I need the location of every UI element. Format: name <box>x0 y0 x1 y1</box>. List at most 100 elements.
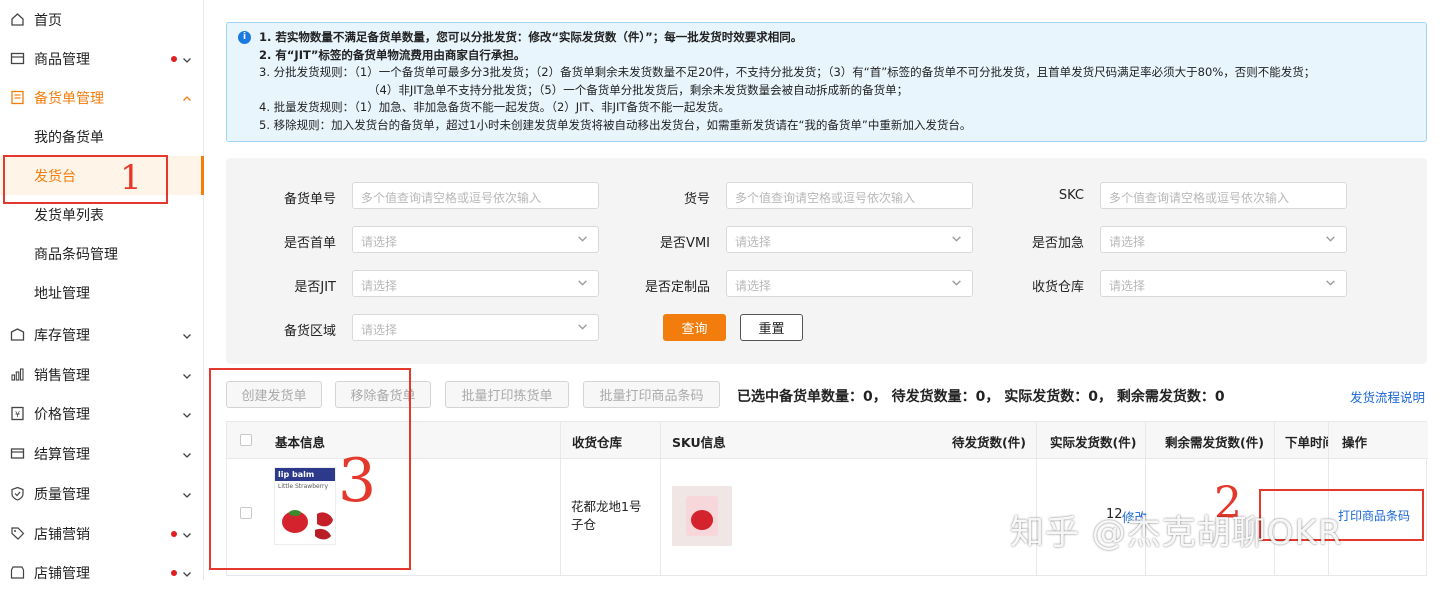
notice-line-5: 5. 移除规则：加入发货台的备货单，超过1小时未创建发货单发货将被自动移出发货台… <box>259 118 972 132</box>
notification-dot <box>171 570 177 576</box>
notification-dot <box>171 56 177 62</box>
warehouse-select[interactable]: 请选择 <box>1100 270 1347 297</box>
notice-line-4: 4. 批量发货规则：（1）加急、非加急备货不能一起发货。（2）JIT、非JIT备… <box>259 100 730 115</box>
sidebar-item-label: 价格管理 <box>34 406 90 423</box>
select-placeholder: 请选择 <box>1109 279 1146 293</box>
col-order-time: 下单时间 <box>1285 435 1329 450</box>
order-no-input[interactable]: 多个值查询请空格或逗号依次输入 <box>352 182 599 209</box>
chevron-down-icon <box>182 567 192 583</box>
skc-input[interactable]: 多个值查询请空格或逗号依次输入 <box>1100 182 1347 209</box>
query-button[interactable]: 查询 <box>663 314 726 341</box>
sku-thumbnail[interactable] <box>672 486 732 546</box>
chevron-down-icon <box>577 233 588 247</box>
skc-label: SKC <box>1058 188 1084 203</box>
sidebar-item-price[interactable]: ¥ 价格管理 <box>0 394 204 433</box>
select-placeholder: 请选择 <box>361 235 398 249</box>
notice-line-1: 1. 若实物数量不满足备货单数量，您可以分批发货：修改“实际发货数（件）”；每一… <box>259 30 803 44</box>
urgent-select[interactable]: 请选择 <box>1100 226 1347 253</box>
chevron-down-icon <box>1325 233 1336 247</box>
select-placeholder: 请选择 <box>361 279 398 293</box>
sidebar-item-stock-orders[interactable]: 备货单管理 <box>0 78 204 117</box>
first-order-select[interactable]: 请选择 <box>352 226 599 253</box>
chevron-up-icon <box>182 92 192 108</box>
sidebar-item-label: 地址管理 <box>34 285 90 302</box>
sidebar-item-store[interactable]: 店铺管理 <box>0 553 204 592</box>
notice-banner: i 1. 若实物数量不满足备货单数量，您可以分批发货：修改“实际发货数（件）”；… <box>226 22 1427 142</box>
item-no-input[interactable]: 多个值查询请空格或逗号依次输入 <box>726 182 973 209</box>
shipping-flow-link[interactable]: 发货流程说明 <box>1350 387 1425 406</box>
area-label: 备货区域 <box>283 324 336 339</box>
jit-select[interactable]: 请选择 <box>352 270 599 297</box>
vmi-select[interactable]: 请选择 <box>726 226 973 253</box>
sidebar-item-barcode[interactable]: 商品条码管理 <box>0 234 204 273</box>
sidebar-item-label: 我的备货单 <box>34 129 104 146</box>
chevron-down-icon <box>1325 277 1336 291</box>
sidebar-item-my-orders[interactable]: 我的备货单 <box>0 117 204 156</box>
select-placeholder: 请选择 <box>735 279 772 293</box>
print-barcode-link[interactable]: 打印商品条码 <box>1338 507 1410 524</box>
sidebar-item-marketing[interactable]: 店铺营销 <box>0 514 204 553</box>
chevron-down-icon <box>182 329 192 345</box>
select-placeholder: 请选择 <box>735 235 772 249</box>
col-remaining: 剩余需发货数(件) <box>1165 435 1264 450</box>
sidebar-item-label: 商品条码管理 <box>34 246 118 263</box>
sidebar-item-label: 结算管理 <box>34 446 90 463</box>
sidebar-item-label: 质量管理 <box>34 486 90 503</box>
chevron-down-icon <box>182 448 192 464</box>
warehouse-label: 收货仓库 <box>1031 280 1084 295</box>
wallet-icon <box>10 446 25 461</box>
tag-icon <box>10 526 25 541</box>
chevron-down-icon <box>182 369 192 385</box>
select-placeholder: 请选择 <box>361 323 398 337</box>
jit-label: 是否JIT <box>294 280 336 295</box>
store-icon <box>10 565 25 580</box>
sidebar-item-products[interactable]: 商品管理 <box>0 39 204 78</box>
notice-line-3b: （4）非JIT急单不支持分批发货；（5）一个备货单分批发货后，剩余未发货数量会被… <box>368 82 909 97</box>
notice-line-2: 2. 有“JIT”标签的备货单物流费用由商家自行承担。 <box>259 47 526 62</box>
annotation-box-3 <box>209 368 411 570</box>
info-icon: i <box>238 31 251 44</box>
annotation-number-1: 1 <box>120 158 142 198</box>
col-pending: 待发货数(件) <box>952 435 1026 450</box>
sidebar-item-label: 商品管理 <box>34 51 90 68</box>
column-divider <box>660 422 661 575</box>
order-no-label: 备货单号 <box>283 192 336 207</box>
home-icon <box>10 12 25 27</box>
sidebar-item-inventory[interactable]: 库存管理 <box>0 315 204 354</box>
select-placeholder: 请选择 <box>1109 235 1146 249</box>
vmi-label: 是否VMI <box>660 236 710 251</box>
selection-summary: 已选中备货单数量：0， 待发货数量：0， 实际发货数：0， 剩余需发货数：0 <box>737 389 1225 405</box>
sidebar: 首页 商品管理 备货单管理 我的备货单 发货台 发货单列表 商品条码管理 地址管… <box>0 0 204 582</box>
custom-label: 是否定制品 <box>644 280 710 295</box>
custom-select[interactable]: 请选择 <box>726 270 973 297</box>
batch-print-pick-button[interactable]: 批量打印拣货单 <box>445 381 569 408</box>
notice-line-3: 3. 分批发货规则：（1）一个备货单可最多分3批发货；（2）备货单剩余未发货数量… <box>259 65 1316 80</box>
chevron-down-icon <box>577 277 588 291</box>
svg-text:¥: ¥ <box>15 410 20 419</box>
sidebar-item-quality[interactable]: 质量管理 <box>0 474 204 513</box>
sku-image <box>686 496 718 536</box>
sidebar-item-label: 库存管理 <box>34 327 90 344</box>
sidebar-item-sales[interactable]: 销售管理 <box>0 355 204 394</box>
notification-dot <box>171 531 177 537</box>
inventory-icon <box>10 327 25 342</box>
reset-button[interactable]: 重置 <box>740 314 803 341</box>
area-select[interactable]: 请选择 <box>352 314 599 341</box>
zhihu-watermark: 知乎 @杰克胡聊OKR <box>1010 513 1343 553</box>
chevron-down-icon <box>951 233 962 247</box>
sidebar-item-home[interactable]: 首页 <box>0 0 204 39</box>
chevron-down-icon <box>182 53 192 69</box>
item-no-label: 货号 <box>683 192 710 207</box>
sidebar-item-settlement[interactable]: 结算管理 <box>0 434 204 473</box>
sidebar-item-address[interactable]: 地址管理 <box>0 273 204 312</box>
order-icon <box>10 90 25 105</box>
main-content: i 1. 若实物数量不满足备货单数量，您可以分批发货：修改“实际发货数（件）”；… <box>204 0 1440 580</box>
sidebar-item-label: 首页 <box>34 12 62 29</box>
shield-icon <box>10 486 25 501</box>
chevron-down-icon <box>182 488 192 504</box>
sidebar-item-label: 销售管理 <box>34 367 90 384</box>
column-divider <box>560 422 561 575</box>
col-actual: 实际发货数(件) <box>1050 435 1137 450</box>
product-icon <box>10 51 25 66</box>
batch-print-barcode-button[interactable]: 批量打印商品条码 <box>583 381 720 408</box>
